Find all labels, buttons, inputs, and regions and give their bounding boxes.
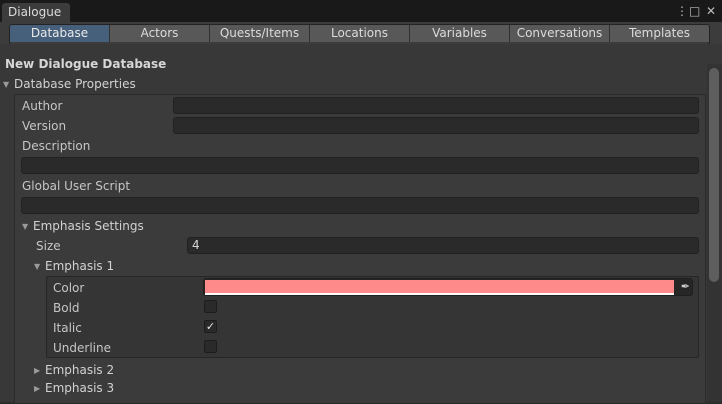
tab-conversations[interactable]: Conversations — [510, 25, 610, 42]
italic-checkbox[interactable]: ✓ — [204, 320, 217, 333]
italic-label: Italic — [53, 321, 82, 335]
tab-variables[interactable]: Variables — [410, 25, 510, 42]
size-field[interactable]: 4 — [187, 237, 699, 254]
editor-tabs: Database Actors Quests/Items Locations V… — [9, 24, 710, 45]
triangle-right-icon: ▶ — [34, 366, 41, 375]
color-swatch[interactable] — [205, 280, 674, 293]
window-tab[interactable]: Dialogue — [2, 3, 70, 22]
underline-checkbox[interactable] — [204, 340, 217, 353]
emphasis-1-label: Emphasis 1 — [45, 259, 115, 273]
tab-locations[interactable]: Locations — [310, 25, 410, 42]
tab-database[interactable]: Database — [10, 25, 110, 42]
emphasis-settings-foldout[interactable]: ▼ Emphasis Settings — [22, 219, 144, 233]
underline-label: Underline — [53, 341, 111, 355]
window-titlebar — [0, 0, 722, 22]
emphasis-2-label: Emphasis 2 — [45, 363, 115, 377]
bold-label: Bold — [53, 301, 80, 315]
author-label: Author — [22, 99, 63, 113]
triangle-right-icon: ▶ — [34, 384, 41, 393]
emphasis-3-foldout[interactable]: ▶ Emphasis 3 — [34, 381, 114, 395]
author-field[interactable] — [173, 97, 699, 114]
size-label: Size — [36, 239, 61, 253]
tab-actors[interactable]: Actors — [110, 25, 210, 42]
global-user-script-label: Global User Script — [22, 179, 131, 193]
tab-templates[interactable]: Templates — [610, 25, 709, 42]
description-field[interactable] — [21, 157, 699, 174]
emphasis-2-foldout[interactable]: ▶ Emphasis 2 — [34, 363, 114, 377]
triangle-down-icon: ▼ — [22, 222, 29, 231]
close-icon[interactable]: ✕ — [706, 3, 716, 19]
maximize-icon[interactable]: □ — [689, 3, 700, 19]
version-label: Version — [22, 119, 67, 133]
eyedropper-icon[interactable]: ✒ — [681, 279, 690, 295]
tab-quests-items[interactable]: Quests/Items — [210, 25, 310, 42]
menu-icon[interactable]: ⋮ — [676, 3, 688, 19]
color-label: Color — [53, 281, 85, 295]
checkmark-icon: ✓ — [205, 320, 216, 333]
triangle-down-icon: ▼ — [3, 80, 10, 89]
alpha-bar — [205, 293, 674, 295]
emphasis-settings-label: Emphasis Settings — [33, 219, 144, 233]
emphasis-1-foldout[interactable]: ▼ Emphasis 1 — [34, 259, 114, 273]
database-title: New Dialogue Database — [5, 57, 167, 71]
color-field[interactable]: ✒ — [203, 278, 693, 296]
global-user-script-field[interactable] — [21, 197, 699, 214]
bold-checkbox[interactable] — [204, 300, 217, 313]
emphasis-3-label: Emphasis 3 — [45, 381, 115, 395]
database-properties-foldout[interactable]: ▼ Database Properties — [3, 77, 136, 91]
version-field[interactable] — [173, 117, 699, 134]
description-label: Description — [22, 139, 91, 153]
database-properties-label: Database Properties — [14, 77, 136, 91]
triangle-down-icon: ▼ — [34, 262, 41, 271]
scrollbar-thumb[interactable] — [709, 68, 719, 282]
